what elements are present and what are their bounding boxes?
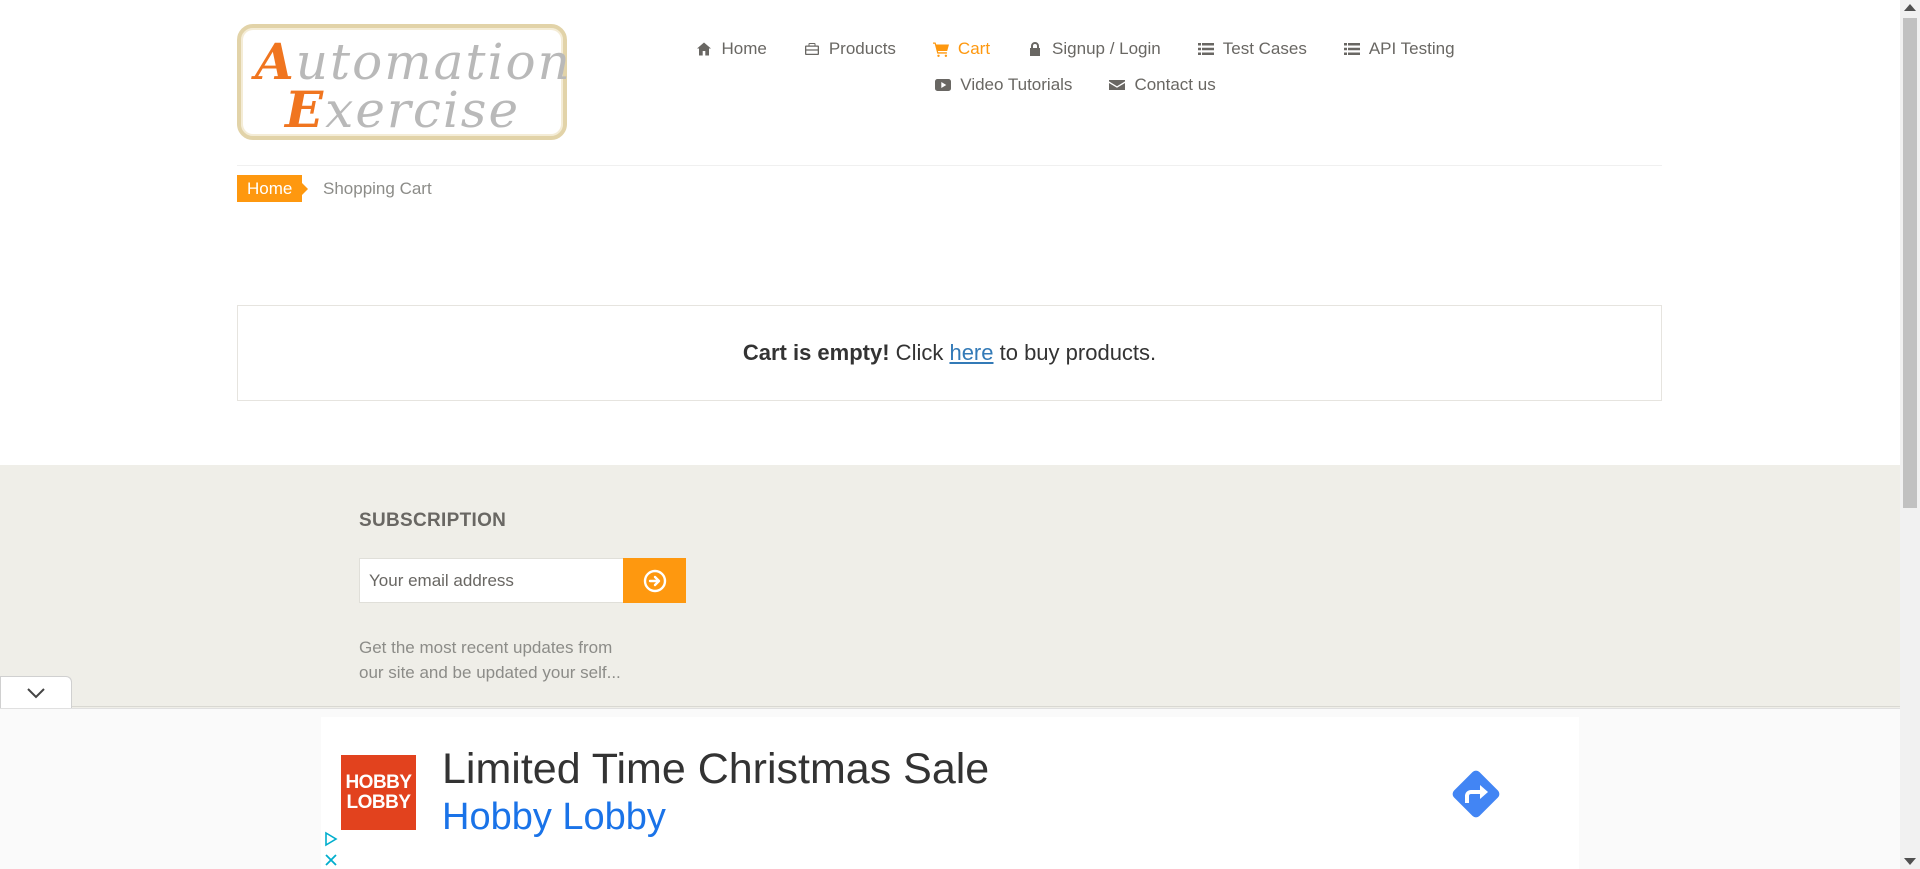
nav-item-products[interactable]: Products xyxy=(785,36,914,62)
youtube-play-icon xyxy=(934,77,952,93)
empty-cart-after-text: to buy products. xyxy=(993,340,1157,365)
subscription-title: SUBSCRIPTION xyxy=(359,510,507,531)
subscription-description-line-2: our site and be updated your self... xyxy=(359,663,621,682)
directions-arrow-icon xyxy=(1452,770,1500,818)
shopping-cart-icon xyxy=(932,41,950,57)
ad-brand-name[interactable]: Hobby Lobby xyxy=(442,796,666,839)
nav-label-contact-us: Contact us xyxy=(1134,75,1216,94)
nav-item-test-cases[interactable]: Test Cases xyxy=(1179,36,1325,62)
empty-cart-message: Cart is empty! Click here to buy product… xyxy=(743,340,1156,366)
scrollbar-thumb[interactable] xyxy=(1903,18,1917,508)
ad-collapse-toggle[interactable] xyxy=(0,676,72,708)
nav-item-contact-us[interactable]: Contact us xyxy=(1090,72,1233,98)
empty-cart-click-text: Click xyxy=(889,340,950,365)
subscription-email-input[interactable] xyxy=(359,558,624,603)
main-nav: Home Products Cart Signup / Login Test C… xyxy=(697,36,1455,98)
header-divider xyxy=(237,165,1662,166)
nav-item-video-tutorials[interactable]: Video Tutorials xyxy=(916,72,1090,98)
nav-item-cart[interactable]: Cart xyxy=(914,36,1008,62)
buy-products-link[interactable]: here xyxy=(949,340,993,365)
subscription-description: Get the most recent updates from our sit… xyxy=(359,635,659,685)
lock-icon xyxy=(1026,41,1044,57)
site-logo[interactable]: Automation Exercise xyxy=(237,24,570,140)
empty-cart-panel: Cart is empty! Click here to buy product… xyxy=(237,305,1662,401)
scroll-down-arrow-icon[interactable] xyxy=(1904,858,1916,865)
nav-row-2: Video Tutorials Contact us xyxy=(700,72,1450,98)
nav-label-test-cases: Test Cases xyxy=(1222,39,1307,58)
nav-label-cart: Cart xyxy=(957,39,991,58)
nav-label-home: Home xyxy=(721,39,767,58)
nav-label-api-testing: API Testing xyxy=(1368,39,1455,58)
empty-cart-heading: Cart is empty! xyxy=(742,340,890,365)
subscribe-button[interactable] xyxy=(623,558,686,603)
ad-directions-button[interactable] xyxy=(1445,763,1507,825)
nav-label-video-tutorials: Video Tutorials xyxy=(960,75,1073,94)
breadcrumb-current: Shopping Cart xyxy=(323,179,432,198)
list-icon xyxy=(1343,41,1361,57)
scroll-up-arrow-icon[interactable] xyxy=(1904,4,1916,11)
adchoices-icon[interactable] xyxy=(323,831,339,847)
ad-logo-line-1: HOBBY xyxy=(345,771,412,793)
nav-label-signup-login: Signup / Login xyxy=(1052,39,1161,58)
nav-label-products: Products xyxy=(828,39,896,58)
envelope-icon xyxy=(1108,77,1126,93)
arrow-circle-right-icon xyxy=(643,569,666,592)
ad-logo-line-2: LOBBY xyxy=(346,791,412,813)
nav-item-signup-login[interactable]: Signup / Login xyxy=(1008,36,1179,62)
nav-item-api-testing[interactable]: API Testing xyxy=(1325,36,1473,62)
ad-close-icon[interactable] xyxy=(323,852,339,868)
home-icon xyxy=(695,41,713,57)
logo-cap-e: E xyxy=(285,80,326,139)
footer-divider xyxy=(0,706,1900,707)
nav-item-home[interactable]: Home xyxy=(677,36,784,62)
ad-advertiser-logo[interactable]: HOBBY LOBBY xyxy=(341,755,416,830)
footer: SUBSCRIPTION Get the most recent updates… xyxy=(0,465,1900,725)
ad-headline[interactable]: Limited Time Christmas Sale xyxy=(442,745,989,794)
list-icon xyxy=(1197,41,1215,57)
logo-line-2: Exercise xyxy=(285,80,520,139)
logo-text-exercise: xercise xyxy=(325,81,521,139)
breadcrumb-home[interactable]: Home xyxy=(237,175,309,202)
briefcase-icon xyxy=(803,41,821,57)
nav-row-1: Home Products Cart Signup / Login Test C… xyxy=(697,36,1455,62)
page-scrollbar[interactable] xyxy=(1900,0,1920,869)
subscription-description-line-1: Get the most recent updates from xyxy=(359,638,613,657)
chevron-down-icon xyxy=(27,687,45,698)
